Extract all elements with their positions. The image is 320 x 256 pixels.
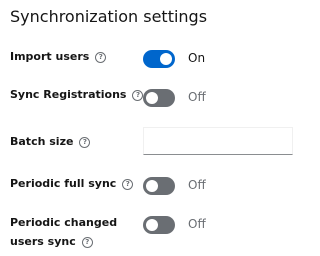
synchronization-settings-panel: Synchronization settings Import users? O…	[0, 0, 293, 256]
help-icon[interactable]: ?	[132, 90, 144, 101]
periodic-changed-users-sync-toggle[interactable]	[143, 216, 175, 234]
help-icon[interactable]: ?	[81, 237, 93, 248]
periodic-full-sync-label-row: Periodic full sync?	[10, 175, 134, 193]
sync-registrations-toggle[interactable]	[143, 89, 175, 107]
import-users-label: Import users	[10, 50, 90, 63]
import-users-state: On	[188, 51, 206, 65]
help-icon[interactable]: ?	[79, 137, 91, 148]
toggle-knob	[160, 53, 172, 65]
sync-registrations-state: Off	[188, 90, 206, 104]
help-icon[interactable]: ?	[122, 179, 134, 190]
periodic-changed-users-sync-state: Off	[188, 217, 206, 231]
help-icon[interactable]: ?	[95, 52, 107, 63]
periodic-full-sync-label: Periodic full sync	[10, 177, 117, 190]
sync-registrations-label-row: Sync Registrations?	[10, 86, 144, 104]
toggle-knob	[146, 92, 158, 104]
import-users-toggle[interactable]	[143, 50, 175, 68]
periodic-full-sync-state: Off	[188, 178, 206, 192]
periodic-changed-users-sync-label-line1: Periodic changed	[10, 216, 118, 229]
periodic-changed-users-sync-label-row: users sync?	[10, 233, 93, 251]
import-users-label-row: Import users?	[10, 48, 107, 66]
section-title: Synchronization settings	[10, 7, 208, 26]
batch-size-label: Batch size	[10, 135, 74, 148]
toggle-knob	[146, 180, 158, 192]
periodic-full-sync-toggle[interactable]	[143, 177, 175, 195]
periodic-changed-users-sync-label-line2: users sync	[10, 235, 76, 248]
toggle-knob	[146, 219, 158, 231]
batch-size-input[interactable]	[143, 127, 293, 155]
batch-size-label-row: Batch size?	[10, 133, 91, 151]
sync-registrations-label: Sync Registrations	[10, 88, 127, 101]
